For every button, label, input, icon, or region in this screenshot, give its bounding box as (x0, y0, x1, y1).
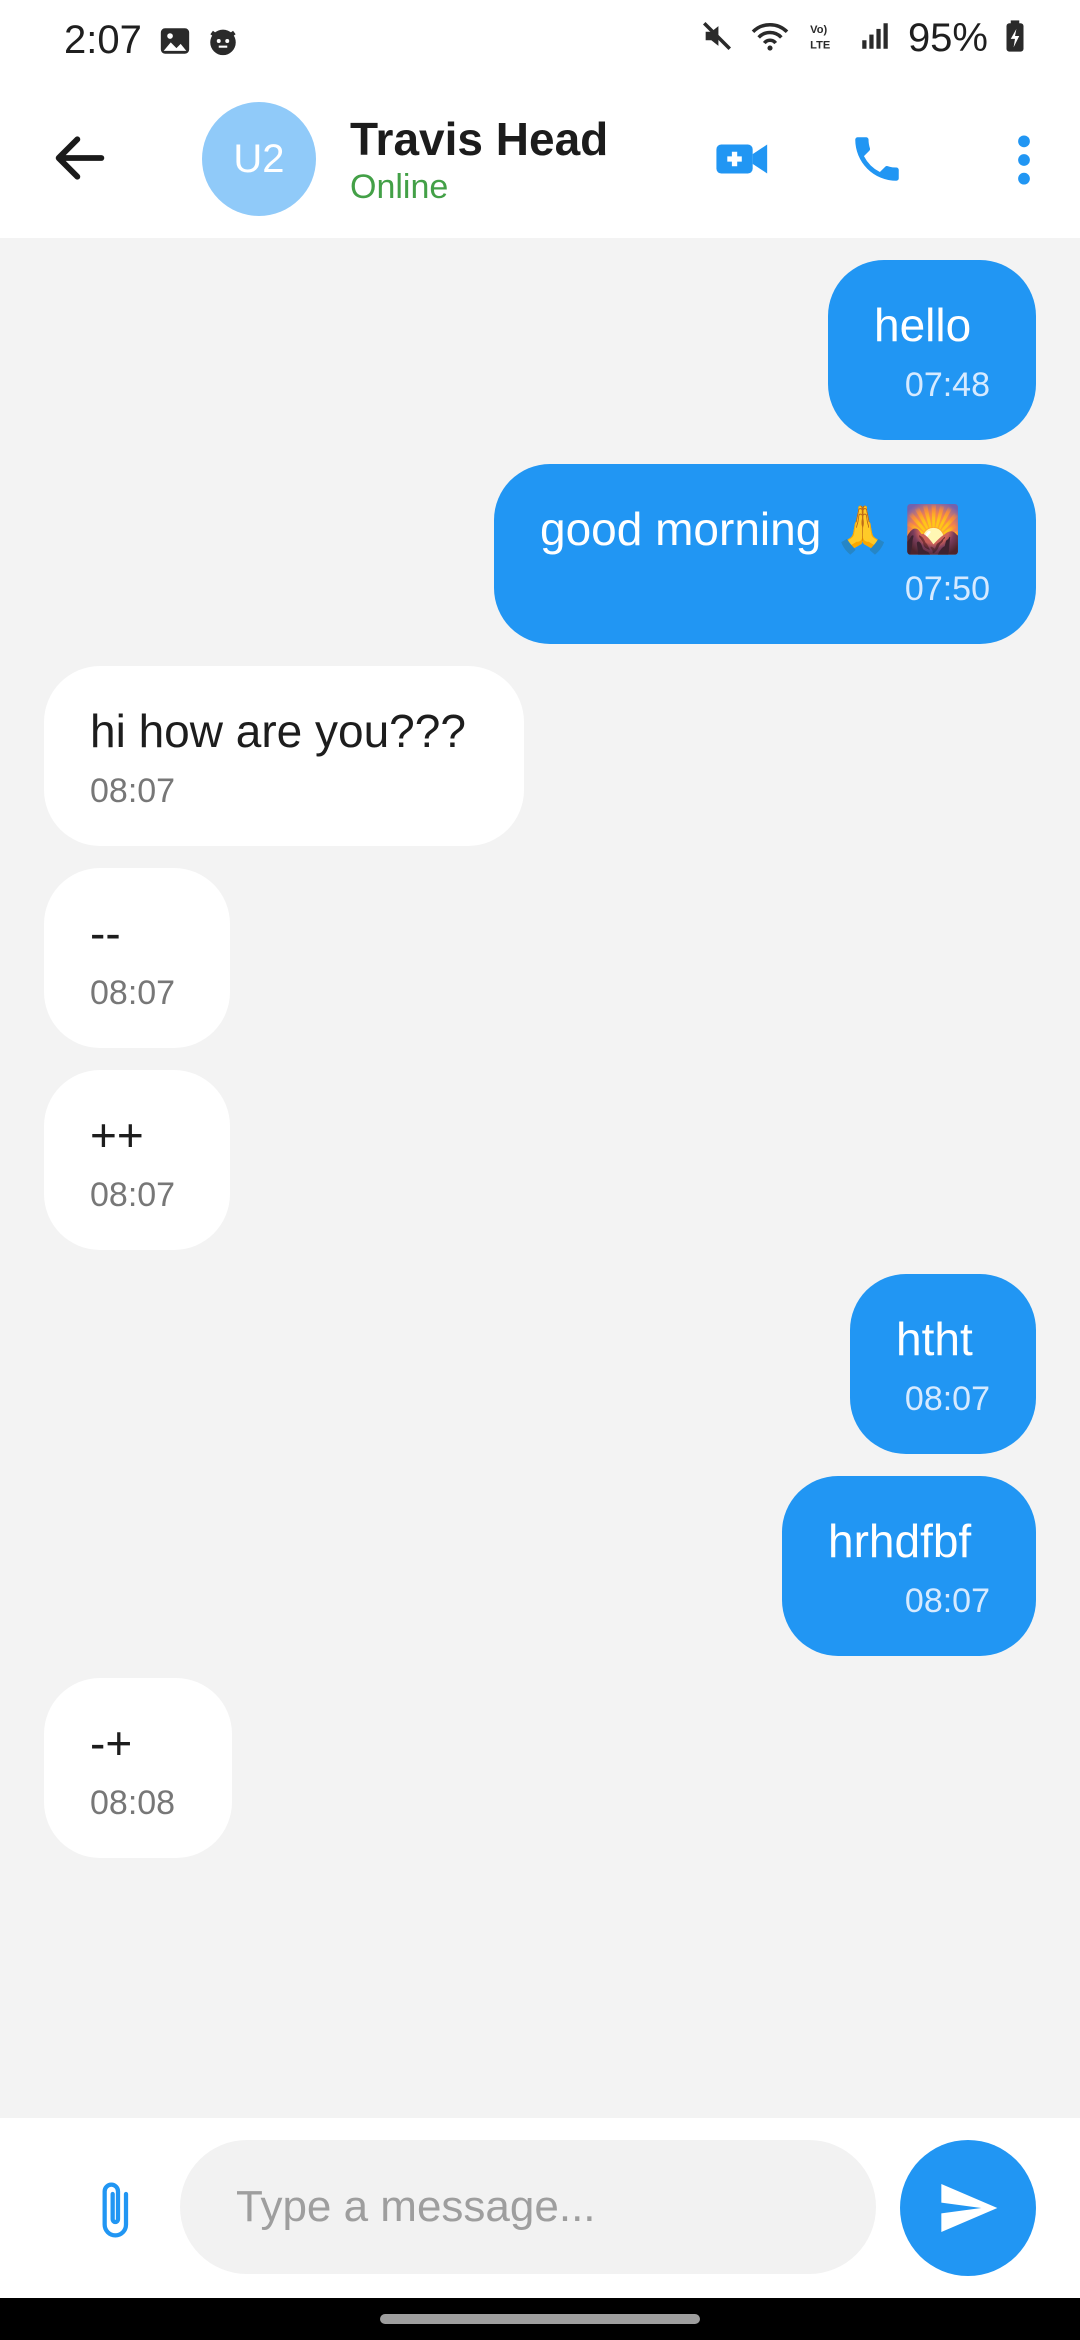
message-time: 08:07 (904, 1380, 990, 1418)
message-text: -- (90, 907, 121, 959)
message-bubble-received[interactable]: ++ 08:07 (44, 1070, 230, 1250)
message-text: -+ (90, 1717, 133, 1769)
more-options-button[interactable] (1004, 128, 1044, 192)
avatar[interactable]: U2 (202, 102, 316, 216)
message-text: hello (874, 299, 972, 351)
phone-icon (855, 137, 899, 181)
video-call-icon (716, 144, 768, 174)
mute-icon (700, 19, 734, 58)
message-bubble-received[interactable]: -- 08:07 (44, 868, 230, 1048)
message-time: 07:50 (904, 570, 990, 608)
send-button[interactable] (900, 2140, 1036, 2276)
back-button[interactable] (48, 126, 112, 190)
message-time: 08:07 (90, 1176, 176, 1214)
message-bubble-received[interactable]: hi how are you??? 08:07 (44, 666, 524, 846)
message-input-wrapper (180, 2140, 876, 2274)
back-arrow-icon (55, 136, 105, 180)
message-bubble-sent[interactable]: hello 07:48 (828, 260, 1036, 440)
message-time: 07:48 (904, 366, 990, 404)
message-bubble-received[interactable]: -+ 08:08 (44, 1678, 232, 1858)
svg-text:Vo): Vo) (810, 24, 827, 36)
message-composer (0, 2118, 1080, 2298)
signal-icon (858, 19, 892, 58)
gallery-icon (158, 24, 192, 63)
more-vert-icon (1018, 135, 1030, 185)
volte-icon: Vo) LTE (806, 19, 842, 58)
contact-name[interactable]: Travis Head (350, 112, 608, 166)
message-time: 08:07 (90, 772, 176, 810)
message-time: 08:07 (90, 974, 176, 1012)
message-text: ++ (90, 1109, 144, 1161)
message-time: 08:07 (904, 1582, 990, 1620)
message-time: 08:08 (90, 1784, 176, 1822)
status-right-icons: Vo) LTE 95% (700, 16, 1026, 61)
cat-face-icon (206, 24, 240, 63)
status-time: 2:07 (64, 18, 142, 62)
attach-button[interactable] (82, 2174, 146, 2246)
message-list[interactable]: hello 07:48 good morning 🙏 🌄 07:50 hi ho… (0, 238, 1080, 2118)
chat-header: U2 Travis Head Online (0, 84, 1080, 238)
message-text: htht (896, 1313, 973, 1365)
video-call-button[interactable] (714, 130, 772, 188)
battery-icon (1004, 19, 1026, 58)
status-left-icons (158, 24, 240, 63)
contact-status: Online (350, 168, 449, 206)
voice-call-button[interactable] (848, 130, 906, 188)
message-text: hrhdfbf (828, 1515, 972, 1567)
battery-percent: 95% (907, 16, 988, 60)
paperclip-icon (102, 2182, 129, 2238)
message-bubble-sent[interactable]: hrhdfbf 08:07 (782, 1476, 1036, 1656)
wifi-icon (750, 19, 790, 58)
message-bubble-sent[interactable]: good morning 🙏 🌄 07:50 (494, 464, 1036, 644)
message-input[interactable] (180, 2140, 876, 2274)
svg-text:LTE: LTE (810, 39, 830, 51)
message-bubble-sent[interactable]: htht 08:07 (850, 1274, 1036, 1454)
send-icon (941, 2184, 998, 2232)
system-nav-bar (0, 2298, 1080, 2340)
status-bar: 2:07 Vo) LTE 95% (0, 0, 1080, 84)
message-text: good morning 🙏 🌄 (540, 503, 962, 555)
message-text: hi how are you??? (90, 705, 466, 757)
home-gesture-handle[interactable] (380, 2314, 700, 2324)
